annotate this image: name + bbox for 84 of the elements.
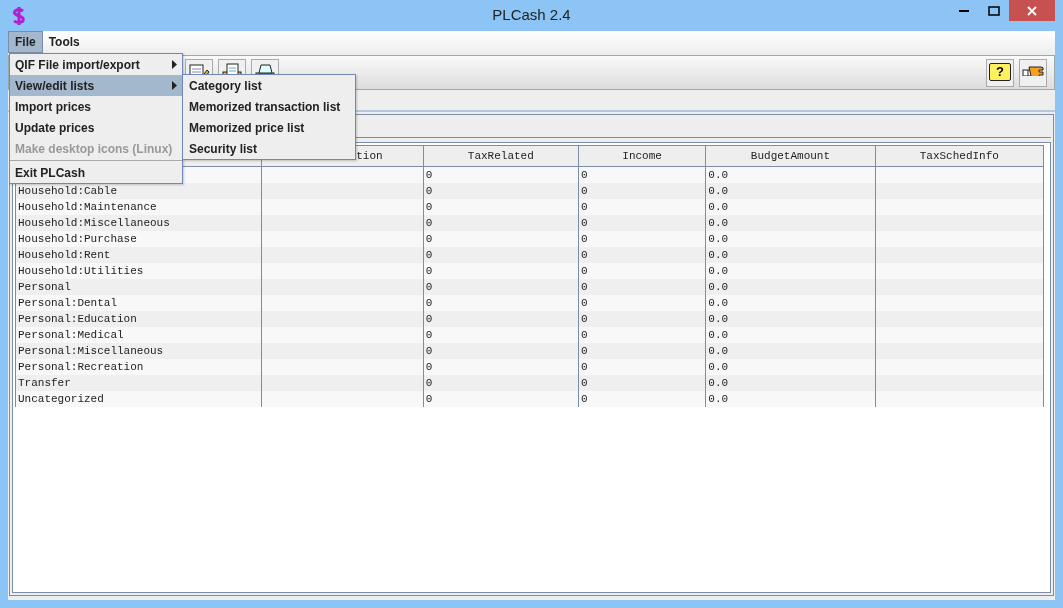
table-cell: 0.0 xyxy=(708,345,729,357)
table-cell: Household:Miscellaneous xyxy=(18,217,170,229)
close-button[interactable] xyxy=(1009,0,1055,21)
table-cell: Household:Rent xyxy=(18,249,111,261)
menu-item[interactable]: Update prices xyxy=(10,117,182,138)
table-cell: 0 xyxy=(580,265,588,277)
maximize-icon xyxy=(988,5,1000,16)
table-cell: Personal:Miscellaneous xyxy=(18,345,164,357)
menu-item[interactable]: Category list xyxy=(183,75,355,96)
table-cell: 0.0 xyxy=(708,393,729,405)
table-cell: Personal xyxy=(18,281,71,293)
table-cell: 0.0 xyxy=(708,329,729,341)
table-cell: 0 xyxy=(425,233,433,245)
table-cell: 0 xyxy=(580,329,588,341)
table-cell: 0 xyxy=(580,185,588,197)
table-cell: 0 xyxy=(425,185,433,197)
table-cell: 0 xyxy=(425,313,433,325)
table-cell: 0 xyxy=(425,169,433,181)
table-cell: 0 xyxy=(425,329,433,341)
menu-item[interactable]: File xyxy=(8,31,43,53)
table-cell: 0 xyxy=(425,393,433,405)
table-cell: 0 xyxy=(580,297,588,309)
menu-item[interactable]: Import prices xyxy=(10,96,182,117)
table-cell: 0.0 xyxy=(708,297,729,309)
table-cell: 0 xyxy=(580,345,588,357)
table-cell: 0 xyxy=(425,345,433,357)
table-cell: Household:Purchase xyxy=(18,233,137,245)
table-cell: 0 xyxy=(580,361,588,373)
menu-item[interactable]: Security list xyxy=(183,138,355,159)
menu-item[interactable]: Exit PLCash xyxy=(10,162,182,183)
minimize-icon xyxy=(959,9,969,12)
table-cell: Transfer xyxy=(18,377,71,389)
table-cell: 0.0 xyxy=(708,313,729,325)
close-icon xyxy=(1026,5,1038,16)
table-cell: 0 xyxy=(580,249,588,261)
menu-item[interactable]: QIF File import/export xyxy=(10,54,182,75)
table-cell: 0 xyxy=(580,217,588,229)
table-cell: 0.0 xyxy=(708,233,729,245)
table-cell: 0.0 xyxy=(708,265,729,277)
menu-item[interactable]: Memorized price list xyxy=(183,117,355,138)
table-cell: 0.0 xyxy=(708,217,729,229)
column-header[interactable]: BudgetAmount xyxy=(705,145,876,167)
table-cell: 0 xyxy=(425,265,433,277)
column-header[interactable]: Income xyxy=(578,145,706,167)
table-cell: Personal:Dental xyxy=(18,297,118,309)
column-header[interactable]: TaxSchedInfo xyxy=(875,145,1044,167)
table-cell: 0 xyxy=(580,393,588,405)
table-cell: 0 xyxy=(580,233,588,245)
help-button[interactable]: ? xyxy=(986,58,1014,87)
table-cell: 0.0 xyxy=(708,281,729,293)
menu-item[interactable]: Tools xyxy=(42,31,86,53)
table-cell: Personal:Education xyxy=(18,313,137,325)
table-cell: 0 xyxy=(580,169,588,181)
table-cell: Personal:Recreation xyxy=(18,361,144,373)
table-cell: 0 xyxy=(580,201,588,213)
table-cell: 0 xyxy=(425,281,433,293)
table-cell: 0 xyxy=(425,361,433,373)
table-cell: 0.0 xyxy=(708,201,729,213)
table-cell: 0 xyxy=(425,377,433,389)
table-cell: 0 xyxy=(580,313,588,325)
menu-item[interactable]: View/edit lists xyxy=(10,75,182,96)
table-cell: 0.0 xyxy=(708,361,729,373)
table-cell: 0.0 xyxy=(708,377,729,389)
table-cell: 0 xyxy=(580,281,588,293)
column-header[interactable]: TaxRelated xyxy=(423,145,579,167)
submenu-arrow-icon xyxy=(172,60,177,69)
toolbar-button[interactable] xyxy=(1019,58,1047,87)
table-cell: 0.0 xyxy=(708,185,729,197)
table-cell: Personal:Medical xyxy=(18,329,124,341)
table-cell: 0.0 xyxy=(708,249,729,261)
menu-item[interactable]: Memorized transaction list xyxy=(183,96,355,117)
table-cell: 0 xyxy=(425,249,433,261)
table-cell: 0 xyxy=(425,297,433,309)
submenu-arrow-icon xyxy=(172,81,177,90)
table-cell: 0 xyxy=(425,217,433,229)
table-cell: 0 xyxy=(580,377,588,389)
table-cell: Uncategorized xyxy=(18,393,104,405)
window-title: PLCash 2.4 xyxy=(492,6,571,23)
table-cell: 0.0 xyxy=(708,169,729,181)
dollar-icon xyxy=(10,5,28,26)
table-cell: Household:Maintenance xyxy=(18,201,157,213)
table-cell: 0 xyxy=(425,201,433,213)
table-cell: Household:Utilities xyxy=(18,265,144,277)
table-cell: Household:Cable xyxy=(18,185,118,197)
